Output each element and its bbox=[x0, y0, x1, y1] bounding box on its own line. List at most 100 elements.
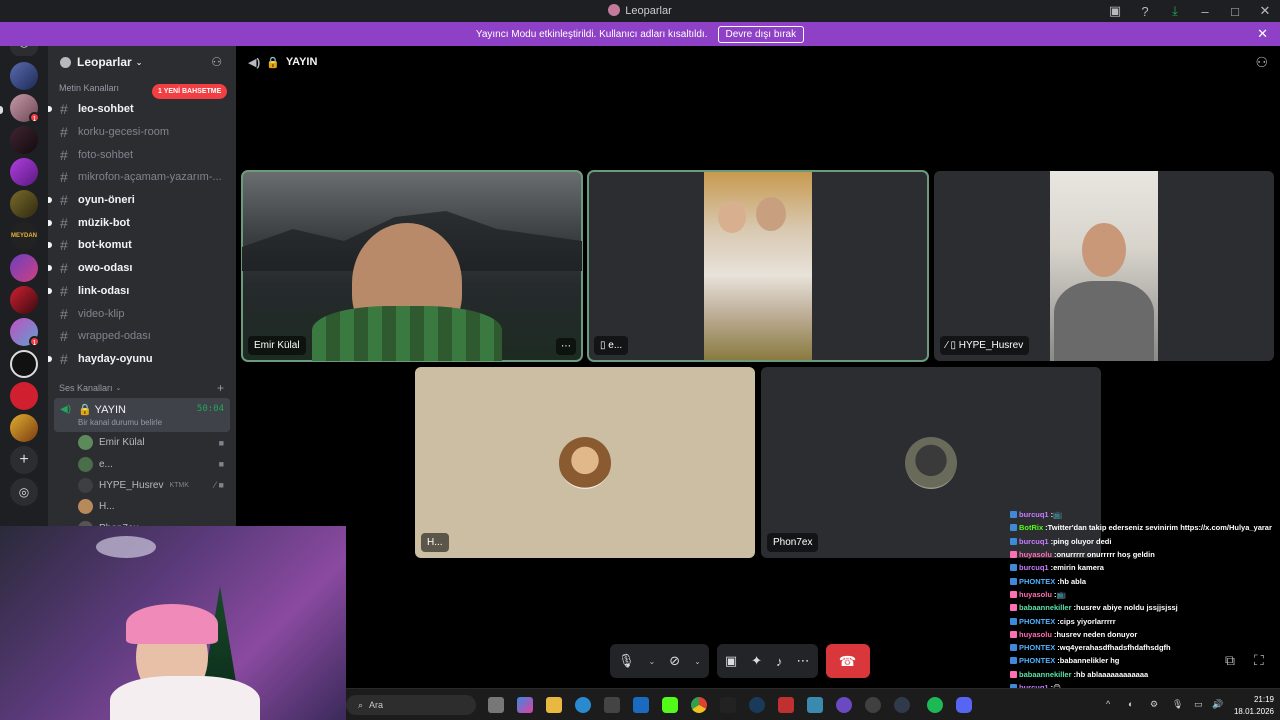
video-tile-emir[interactable]: Emir Külal ⋯ bbox=[241, 170, 583, 362]
soundboard-icon[interactable]: ♪ bbox=[776, 654, 783, 669]
video-tile-hype-husrev[interactable]: ⁄ ▯ HYPE_Husrev bbox=[934, 171, 1274, 361]
voice-channel-status[interactable]: Bir kanal durumu belirle bbox=[78, 418, 162, 427]
unread-indicator bbox=[48, 219, 52, 226]
copilot-icon[interactable] bbox=[517, 697, 533, 713]
text-channel[interactable]: # link-odası bbox=[48, 280, 236, 303]
epic-games-icon[interactable] bbox=[720, 697, 736, 713]
voice-channel-yayin[interactable]: ◀) 🔒 YAYIN Bir kanal durumu belirle 50:0… bbox=[54, 398, 230, 433]
new-mention-pill[interactable]: 1 YENİ BAHSETME bbox=[152, 84, 228, 99]
taskbar-clock[interactable]: 21:19 18.01.2026 bbox=[1234, 694, 1274, 718]
tray-icon[interactable]: ⚙ bbox=[1150, 699, 1158, 710]
chat-text: 📺 bbox=[1056, 589, 1066, 599]
file-explorer-icon[interactable] bbox=[546, 697, 562, 713]
discover-icon[interactable]: ◎ bbox=[10, 478, 38, 506]
kick-icon[interactable] bbox=[662, 697, 678, 713]
chat-badge-icon bbox=[1010, 630, 1017, 638]
mic-tray-icon[interactable]: 🎙 bbox=[1172, 699, 1183, 710]
title-bar: Leoparlar ▣ ? ⤓ – □ ✕ bbox=[0, 0, 1280, 22]
text-channel[interactable]: # leo-sohbet bbox=[48, 98, 236, 121]
voice-category-header[interactable]: Ses Kanalları ⌄ + bbox=[48, 378, 236, 398]
chevron-down-icon[interactable]: ⌄ bbox=[649, 657, 656, 666]
microphone-icon[interactable]: 🎙 bbox=[618, 653, 635, 669]
app-icon[interactable] bbox=[778, 697, 794, 713]
download-icon[interactable]: ⤓ bbox=[1160, 0, 1190, 22]
app-icon[interactable] bbox=[836, 697, 852, 713]
text-channel[interactable]: # oyun-öneri bbox=[48, 189, 236, 212]
server-icon-3[interactable] bbox=[10, 126, 38, 154]
voice-user[interactable]: Emir Külal ■ bbox=[48, 432, 236, 453]
server-icon-8[interactable] bbox=[10, 286, 38, 314]
chevron-down-icon[interactable]: ⌄ bbox=[694, 657, 701, 666]
volume-icon[interactable]: 🔊 bbox=[1212, 699, 1223, 710]
server-icon-1[interactable] bbox=[10, 62, 38, 90]
video-tile-e[interactable]: ▯ e... bbox=[587, 170, 929, 362]
server-icon-10[interactable] bbox=[10, 350, 38, 378]
inbox-icon[interactable]: ▣ bbox=[1100, 0, 1130, 22]
text-channel[interactable]: # bot-komut bbox=[48, 234, 236, 257]
call-controls: 🎙 ⌄ ⊘ ⌄ ▣ ✦ ♪ ⋯ ☎ bbox=[610, 644, 870, 678]
hash-icon: # bbox=[60, 260, 68, 277]
text-channel[interactable]: # korku-gecesi-room bbox=[48, 121, 236, 144]
server-icon-12[interactable] bbox=[10, 414, 38, 442]
text-channel[interactable]: # video-klip bbox=[48, 302, 236, 325]
more-options-icon[interactable]: ⋯ bbox=[556, 338, 576, 355]
add-server-icon[interactable]: + bbox=[10, 446, 38, 474]
app-icon[interactable] bbox=[894, 697, 910, 713]
network-icon[interactable]: ▭ bbox=[1194, 699, 1203, 710]
members-icon[interactable]: ⚇ bbox=[1255, 54, 1268, 71]
text-channel[interactable]: # foto-sohbet bbox=[48, 143, 236, 166]
maximize-button[interactable]: □ bbox=[1220, 0, 1250, 22]
voice-user[interactable]: e... ■ bbox=[48, 454, 236, 475]
disable-streamer-mode-button[interactable]: Devre dışı bırak bbox=[717, 25, 805, 43]
tile-label: Emir Külal bbox=[248, 336, 306, 355]
server-icon-11[interactable] bbox=[10, 382, 38, 410]
add-member-icon[interactable]: ⚇ bbox=[211, 55, 222, 69]
text-channel[interactable]: # wrapped-odası bbox=[48, 325, 236, 348]
chat-text: 📺 bbox=[1053, 510, 1063, 520]
video-person bbox=[718, 201, 746, 233]
spotify-icon[interactable] bbox=[927, 697, 943, 713]
screen-share-icon[interactable]: ▣ bbox=[725, 653, 737, 669]
discord-icon[interactable] bbox=[956, 697, 972, 713]
voice-user[interactable]: HYPE_Husrev KTMK ⁄ ■ bbox=[48, 475, 236, 496]
voice-user[interactable]: H... bbox=[48, 496, 236, 517]
app-icon[interactable] bbox=[807, 697, 823, 713]
activities-icon[interactable]: ✦ bbox=[751, 653, 762, 669]
camera-off-icon[interactable]: ⊘ bbox=[669, 653, 680, 669]
tile-label: ▯ e... bbox=[594, 336, 629, 355]
taskbar-search[interactable]: ⌕ Ara bbox=[346, 695, 476, 715]
server-icon-4[interactable] bbox=[10, 158, 38, 186]
more-options-icon[interactable]: ⋯ bbox=[797, 653, 810, 669]
close-window-button[interactable]: ✕ bbox=[1250, 0, 1280, 22]
outlook-icon[interactable] bbox=[633, 697, 649, 713]
server-icon-5[interactable] bbox=[10, 190, 38, 218]
disconnect-button[interactable]: ☎ bbox=[825, 644, 870, 678]
text-channel[interactable]: # owo-odası bbox=[48, 257, 236, 280]
server-icon-7[interactable] bbox=[10, 254, 38, 282]
server-icon-6[interactable]: MEYDAN bbox=[10, 222, 38, 250]
mention-badge: 1 bbox=[29, 336, 40, 347]
video-tile-h[interactable]: H... bbox=[415, 367, 755, 558]
close-banner-icon[interactable]: ✕ bbox=[1257, 26, 1268, 42]
chrome-icon[interactable] bbox=[691, 697, 707, 713]
text-channel[interactable]: # mikrofon-açamam-yazarım-... bbox=[48, 166, 236, 189]
create-voice-channel-icon[interactable]: + bbox=[217, 381, 224, 395]
obs-icon[interactable] bbox=[865, 697, 881, 713]
chat-badge-icon bbox=[1010, 644, 1017, 652]
task-view-icon[interactable] bbox=[488, 697, 504, 713]
chat-username: burcuq1 bbox=[1019, 563, 1049, 573]
chat-message: PHONTEX: wq4yerahasdfhadsfhdafhsdgfh bbox=[1010, 641, 1280, 654]
edge-icon[interactable] bbox=[575, 697, 591, 713]
chevron-up-icon[interactable]: ^ bbox=[1106, 699, 1110, 709]
server-header[interactable]: Leoparlar ⌄ ⚇ bbox=[48, 46, 236, 78]
steam-icon[interactable] bbox=[749, 697, 765, 713]
speaker-icon: ◀) bbox=[60, 404, 72, 416]
text-channel[interactable]: # müzik-bot bbox=[48, 211, 236, 234]
minimize-button[interactable]: – bbox=[1190, 0, 1220, 22]
text-channel[interactable]: # hayday-oyunu bbox=[48, 348, 236, 371]
tray-icon[interactable]: ◐ bbox=[1128, 699, 1133, 709]
help-icon[interactable]: ? bbox=[1130, 0, 1160, 22]
chat-username: PHONTEX bbox=[1019, 576, 1056, 586]
store-icon[interactable] bbox=[604, 697, 620, 713]
chat-badge-icon bbox=[1010, 537, 1017, 545]
